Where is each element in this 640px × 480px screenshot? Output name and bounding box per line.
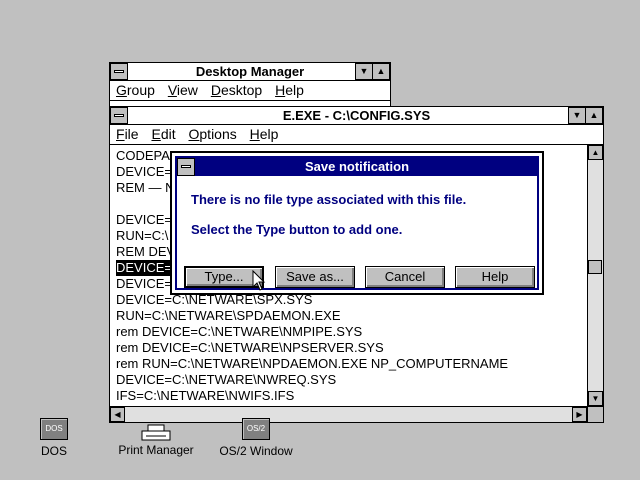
menu-file[interactable]: File	[110, 125, 142, 144]
os2-window-label: OS/2 Window	[219, 444, 293, 458]
text-line-row: DEVICE=C:\NETWARE\NWREQ.SYS	[116, 372, 585, 388]
menu-edit[interactable]: Edit	[145, 125, 178, 144]
editor-title: E.EXE - C:\CONFIG.SYS	[282, 108, 431, 123]
text-line[interactable]: REM DEV	[116, 244, 175, 259]
text-line[interactable]: rem RUN=C:\NETWARE\NPDAEMON.EXE NP_COMPU…	[116, 356, 508, 371]
desktop-manager-titlebar[interactable]: Desktop Manager ▼ ▲	[110, 63, 390, 81]
menu-view[interactable]: View	[162, 81, 201, 100]
printer-icon	[141, 424, 171, 441]
text-line[interactable]: DEVICE=	[116, 164, 172, 179]
menu-help[interactable]: Help	[244, 125, 282, 144]
save-as-button-label: Save as...	[286, 269, 344, 284]
minimize-icon[interactable]: ▼	[355, 63, 373, 80]
text-line[interactable]: rem DEVICE=C:\NETWARE\NMPIPE.SYS	[116, 324, 362, 339]
menu-help[interactable]: Help	[269, 81, 307, 100]
os2-window-icon[interactable]: OS/2 OS/2 Window	[214, 418, 298, 458]
text-line[interactable]: IFS=C:\NETWARE\NWIFS.IFS	[116, 388, 294, 403]
system-menu-icon[interactable]	[177, 158, 195, 176]
help-button-label: Help	[481, 269, 509, 284]
text-line[interactable]: rem DEVICE=C:\NETWARE\NPSERVER.SYS	[116, 340, 384, 355]
menu-group[interactable]: Group	[110, 81, 158, 100]
save-notification-dialog: Save notification There is no file type …	[170, 151, 544, 295]
text-line-row: rem DEVICE=C:\NETWARE\NPSERVER.SYS	[116, 340, 585, 356]
dos-badge: DOS	[40, 418, 68, 440]
text-line-row: rem RUN=C:\NETWARE\NPDAEMON.EXE NP_COMPU…	[116, 356, 585, 372]
scroll-up-icon[interactable]: ▲	[588, 145, 603, 160]
text-line[interactable]: CODEPA	[116, 148, 170, 163]
text-line[interactable]: RUN=C:\NETWARE\SPDAEMON.EXE	[116, 308, 341, 323]
desktop-manager-title: Desktop Manager	[195, 64, 305, 79]
system-menu-icon[interactable]	[110, 107, 128, 124]
text-line-row: rem DEVICE=C:\NETWARE\NMPIPE.SYS	[116, 324, 585, 340]
os2-badge: OS/2	[242, 418, 270, 440]
text-line-row: RUN=C:\NETWARE\SPDAEMON.EXE	[116, 308, 585, 324]
save-as-button[interactable]: Save as...	[275, 266, 355, 288]
selected-text-line[interactable]: DEVICE=	[116, 260, 172, 276]
vertical-scrollbar[interactable]: ▲ ▼	[587, 145, 603, 406]
type-button-label: Type...	[204, 269, 244, 284]
menu-desktop[interactable]: Desktop	[205, 81, 265, 100]
text-line-row: IFS=C:\NETWARE\NWIFS.IFS	[116, 388, 585, 404]
dialog-message-1: There is no file type associated with th…	[191, 192, 467, 207]
editor-titlebar[interactable]: E.EXE - C:\CONFIG.SYS ▼ ▲	[110, 107, 603, 125]
scroll-down-icon[interactable]: ▼	[588, 391, 603, 406]
text-line[interactable]: REM — N	[116, 180, 175, 195]
menu-options[interactable]: Options	[183, 125, 240, 144]
scroll-left-icon[interactable]: ◀	[110, 407, 125, 422]
print-manager-label: Print Manager	[118, 443, 194, 457]
minimize-icon[interactable]: ▼	[568, 107, 586, 124]
dialog-frame: Save notification There is no file type …	[175, 156, 539, 290]
text-line[interactable]: DEVICE=C:\NETWARE\NWREQ.SYS	[116, 372, 336, 387]
system-menu-icon[interactable]	[110, 63, 128, 80]
dos-icon[interactable]: DOS DOS	[30, 418, 78, 458]
cancel-button-label: Cancel	[384, 269, 426, 284]
dos-label: DOS	[40, 444, 67, 458]
dialog-titlebar[interactable]: Save notification	[177, 158, 537, 176]
maximize-icon[interactable]: ▲	[372, 63, 390, 80]
cancel-button[interactable]: Cancel	[365, 266, 445, 288]
horizontal-scrollbar[interactable]: ◀ ▶	[110, 406, 587, 422]
dialog-message-2: Select the Type button to add one.	[191, 222, 403, 237]
dialog-title: Save notification	[304, 159, 410, 174]
maximize-icon[interactable]: ▲	[585, 107, 603, 124]
text-line[interactable]: DEVICE=	[116, 276, 172, 291]
print-manager-icon[interactable]: Print Manager	[116, 424, 196, 457]
vertical-scroll-thumb[interactable]	[588, 260, 602, 274]
size-corner	[587, 406, 603, 422]
desktop-manager-menubar: Group View Desktop Help	[110, 81, 390, 101]
mouse-pointer-icon	[252, 270, 266, 291]
editor-menubar: File Edit Options Help	[110, 125, 603, 145]
text-line[interactable]: RUN=C:\	[116, 228, 168, 243]
help-button[interactable]: Help	[455, 266, 535, 288]
text-line[interactable]: DEVICE=	[116, 212, 172, 227]
scroll-right-icon[interactable]: ▶	[572, 407, 587, 422]
